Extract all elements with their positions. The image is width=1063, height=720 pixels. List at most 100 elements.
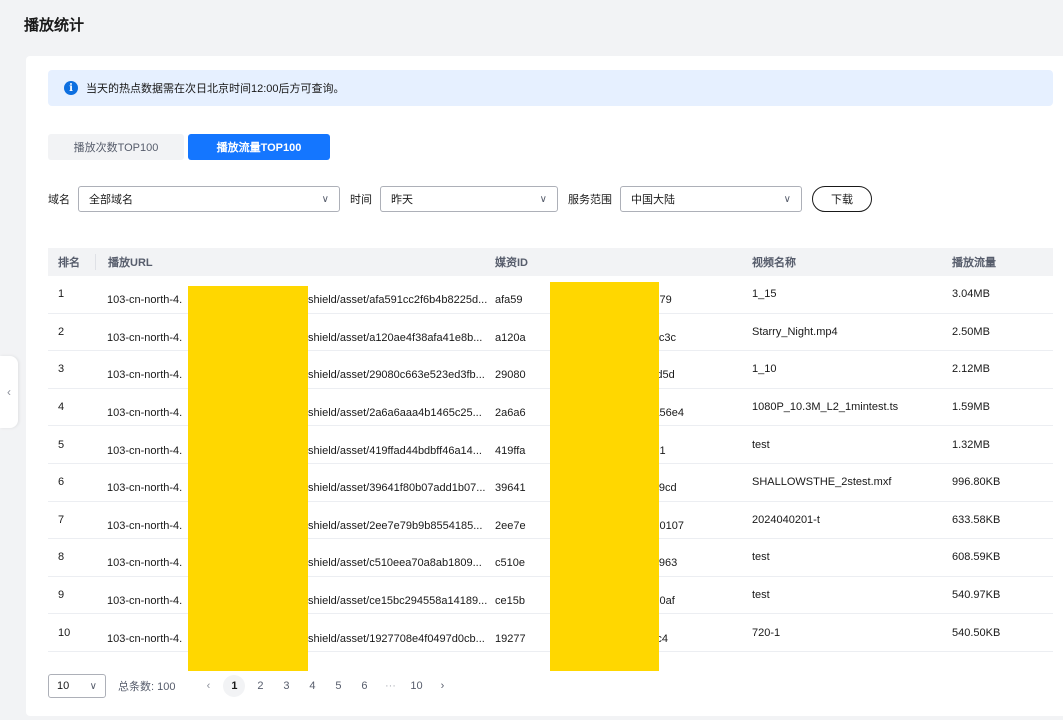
time-select-value: 昨天 — [391, 194, 413, 206]
page-number[interactable]: 10 — [405, 675, 427, 697]
cell-url-suffix: /shield/asset/c510eea70a8ab1809... — [305, 557, 482, 570]
time-select[interactable]: 昨天 ∨ — [380, 186, 558, 212]
page-number[interactable]: 5 — [327, 675, 349, 697]
download-button[interactable]: 下载 — [812, 186, 872, 212]
total-count: 总条数: 100 — [118, 681, 176, 693]
cell-url-suffix: /shield/asset/39641f80b07add1b07... — [305, 482, 486, 495]
cell-url-suffix: /shield/asset/ce15bc294558a14189... — [305, 595, 488, 608]
cell-url-suffix: /shield/asset/1927708e4f0497d0cb... — [305, 632, 485, 645]
cell-video-name: Starry_Night.mp4 — [752, 325, 838, 338]
tab-play-count[interactable]: 播放次数TOP100 — [48, 134, 184, 160]
cell-video-name: 1_15 — [752, 288, 777, 301]
cell-url-suffix: /shield/asset/419ffad44bdbff46a14... — [305, 444, 482, 457]
cell-url-prefix: 103-cn-north-4. — [107, 595, 183, 608]
cell-rank: 4 — [58, 401, 65, 414]
cell-url-prefix: 103-cn-north-4. — [107, 369, 183, 382]
cell-url-suffix: /shield/asset/a120ae4f38afa41e8b... — [305, 331, 483, 344]
redaction-mask-url — [188, 286, 308, 671]
next-page-button[interactable]: › — [431, 675, 453, 697]
chevron-down-icon: ∨ — [783, 193, 791, 205]
cell-url-prefix: 103-cn-north-4. — [107, 519, 183, 532]
cell-video-name: 1_10 — [752, 363, 777, 376]
cell-url-prefix: 103-cn-north-4. — [107, 557, 183, 570]
cell-media-prefix: a120a — [495, 331, 526, 344]
tab-play-traffic[interactable]: 播放流量TOP100 — [188, 134, 330, 160]
prev-page-button[interactable]: ‹ — [197, 675, 219, 697]
cell-url-suffix: /shield/asset/2a6a6aaa4b1465c25... — [305, 407, 482, 420]
cell-traffic: 3.04MB — [952, 288, 990, 301]
cell-video-name: 720-1 — [752, 626, 781, 639]
sidebar-collapse-toggle[interactable]: ‹ — [0, 356, 18, 428]
page-number[interactable]: 6 — [353, 675, 375, 697]
notice-text: 当天的热点数据需在次日北京时间12:00后方可查询。 — [86, 83, 345, 95]
cell-rank: 1 — [58, 288, 65, 301]
page-size-value: 10 — [57, 680, 70, 692]
chevron-down-icon: ∨ — [539, 193, 547, 205]
cell-rank: 6 — [58, 476, 65, 489]
page-list: 1 2 3 4 5 6 ··· 10 — [221, 675, 429, 697]
chevron-down-icon: ∨ — [89, 680, 97, 692]
header-rank: 排名 — [58, 257, 80, 269]
notice-banner: i 当天的热点数据需在次日北京时间12:00后方可查询。 — [48, 70, 1053, 106]
cell-rank: 2 — [58, 325, 65, 338]
page-number[interactable]: 1 — [223, 675, 246, 697]
cell-media-prefix: 39641 — [495, 482, 526, 495]
cell-rank: 8 — [58, 551, 65, 564]
page-number[interactable]: 3 — [275, 675, 297, 697]
redaction-mask-media-id — [550, 282, 659, 671]
scope-label: 服务范围 — [568, 194, 612, 206]
cell-traffic: 540.97KB — [952, 589, 1001, 602]
cell-traffic: 633.58KB — [952, 513, 1001, 526]
filter-bar: 域名 全部域名 ∨ 时间 昨天 ∨ 服务范围 中国大陆 ∨ 下载 — [48, 186, 872, 212]
page-ellipsis[interactable]: ··· — [379, 675, 401, 697]
cell-media-prefix: ce15b — [495, 595, 525, 608]
cell-rank: 9 — [58, 589, 65, 602]
tab-group: 播放次数TOP100 播放流量TOP100 — [48, 134, 330, 160]
page-number[interactable]: 2 — [249, 675, 271, 697]
scope-select-value: 中国大陆 — [631, 194, 675, 206]
header-media-id: 媒资ID — [495, 257, 528, 269]
chevron-down-icon: ∨ — [321, 193, 329, 205]
page-number[interactable]: 4 — [301, 675, 323, 697]
cell-video-name: 1080P_10.3M_L2_1mintest.ts — [752, 401, 899, 414]
table-header: 排名 播放URL 媒资ID 视频名称 播放流量 — [48, 248, 1053, 276]
page-size-select[interactable]: 10 ∨ — [48, 674, 106, 698]
header-url: 播放URL — [95, 254, 495, 270]
cell-media-prefix: c510e — [495, 557, 525, 570]
header-traffic: 播放流量 — [952, 257, 996, 269]
cell-video-name: 2024040201-t — [752, 513, 820, 526]
page-title: 播放统计 — [24, 17, 85, 34]
cell-media-prefix: 19277 — [495, 632, 526, 645]
cell-url-suffix: /shield/asset/29080c663e523ed3fb... — [305, 369, 485, 382]
cell-url-prefix: 103-cn-north-4. — [107, 482, 183, 495]
cell-url-prefix: 103-cn-north-4. — [107, 294, 183, 307]
cell-url-prefix: 103-cn-north-4. — [107, 331, 183, 344]
cell-media-prefix: 2a6a6 — [495, 407, 526, 420]
cell-video-name: SHALLOWSTHE_2stest.mxf — [752, 476, 892, 489]
content-card: i 当天的热点数据需在次日北京时间12:00后方可查询。 播放次数TOP100 … — [26, 56, 1063, 716]
cell-rank: 10 — [58, 626, 71, 639]
cell-traffic: 2.12MB — [952, 363, 990, 376]
cell-video-name: test — [752, 589, 770, 602]
cell-url-prefix: 103-cn-north-4. — [107, 444, 183, 457]
info-icon: i — [64, 81, 78, 95]
cell-media-prefix: afa59 — [495, 294, 523, 307]
cell-rank: 5 — [58, 438, 65, 451]
pagination: 10 ∨ 总条数: 100 ‹ 1 2 3 4 5 6 ··· 10 › — [48, 674, 455, 698]
cell-media-prefix: 419ffa — [495, 444, 526, 457]
cell-rank: 3 — [58, 363, 65, 376]
cell-video-name: test — [752, 551, 770, 564]
cell-video-name: test — [752, 438, 770, 451]
domain-select-value: 全部域名 — [89, 194, 133, 206]
cell-traffic: 2.50MB — [952, 325, 990, 338]
domain-select[interactable]: 全部域名 ∨ — [78, 186, 340, 212]
cell-rank: 7 — [58, 513, 65, 526]
cell-traffic: 540.50KB — [952, 626, 1001, 639]
time-label: 时间 — [350, 194, 372, 206]
cell-traffic: 1.59MB — [952, 401, 990, 414]
chevron-left-icon: ‹ — [7, 385, 11, 399]
cell-media-prefix: 2ee7e — [495, 519, 526, 532]
header-video-name: 视频名称 — [752, 257, 796, 269]
cell-traffic: 1.32MB — [952, 438, 990, 451]
scope-select[interactable]: 中国大陆 ∨ — [620, 186, 802, 212]
